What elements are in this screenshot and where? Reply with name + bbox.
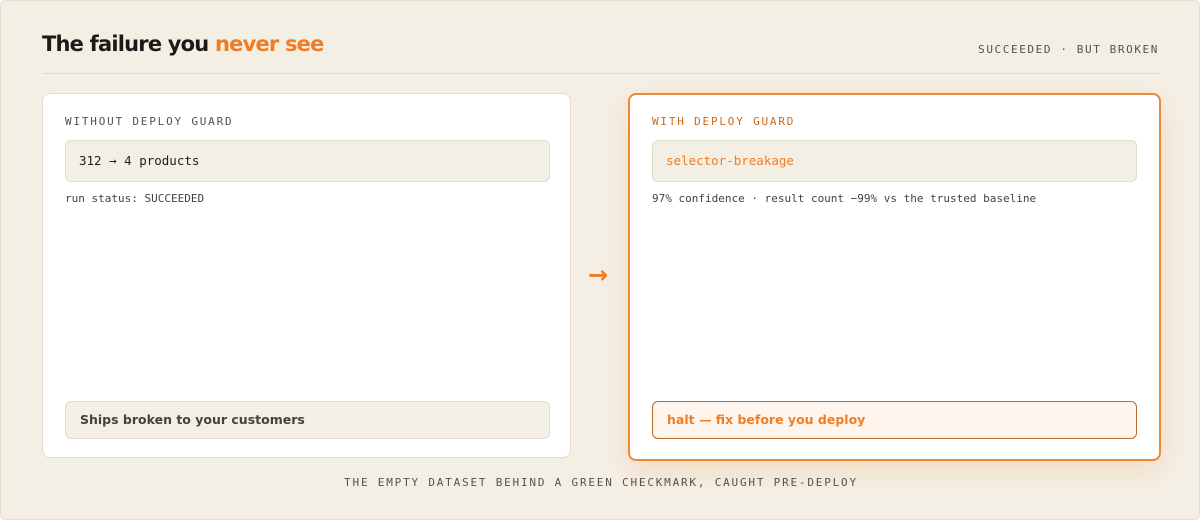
with-guard-card: WITH DEPLOY GUARD selector-breakage 97% … xyxy=(628,93,1161,461)
title-accent: never see xyxy=(214,32,324,56)
run-status-text: run status: SUCCEEDED xyxy=(65,192,205,205)
without-guard-outcome: Ships broken to your customers xyxy=(65,401,550,439)
header-divider xyxy=(42,73,1160,74)
product-count-value: 312 → 4 products xyxy=(65,140,550,182)
title-prefix: The failure you xyxy=(42,32,209,56)
confidence-text: 97% confidence · result count −99% vs th… xyxy=(652,192,1037,205)
with-guard-outcome: halt — fix before you deploy xyxy=(652,401,1137,439)
without-guard-label: WITHOUT DEPLOY GUARD xyxy=(65,115,234,128)
caption: THE EMPTY DATASET BEHIND A GREEN CHECKMA… xyxy=(344,476,858,489)
arrow-right-icon: → xyxy=(588,261,609,289)
without-guard-card: WITHOUT DEPLOY GUARD 312 → 4 products ru… xyxy=(42,93,571,458)
page-title: The failure you never see xyxy=(42,32,324,56)
panel: The failure you never see SUCCEEDED · BU… xyxy=(0,0,1200,520)
detected-issue-value: selector-breakage xyxy=(652,140,1137,182)
with-guard-label: WITH DEPLOY GUARD xyxy=(652,115,796,128)
status-tag: SUCCEEDED · BUT BROKEN xyxy=(978,43,1159,56)
